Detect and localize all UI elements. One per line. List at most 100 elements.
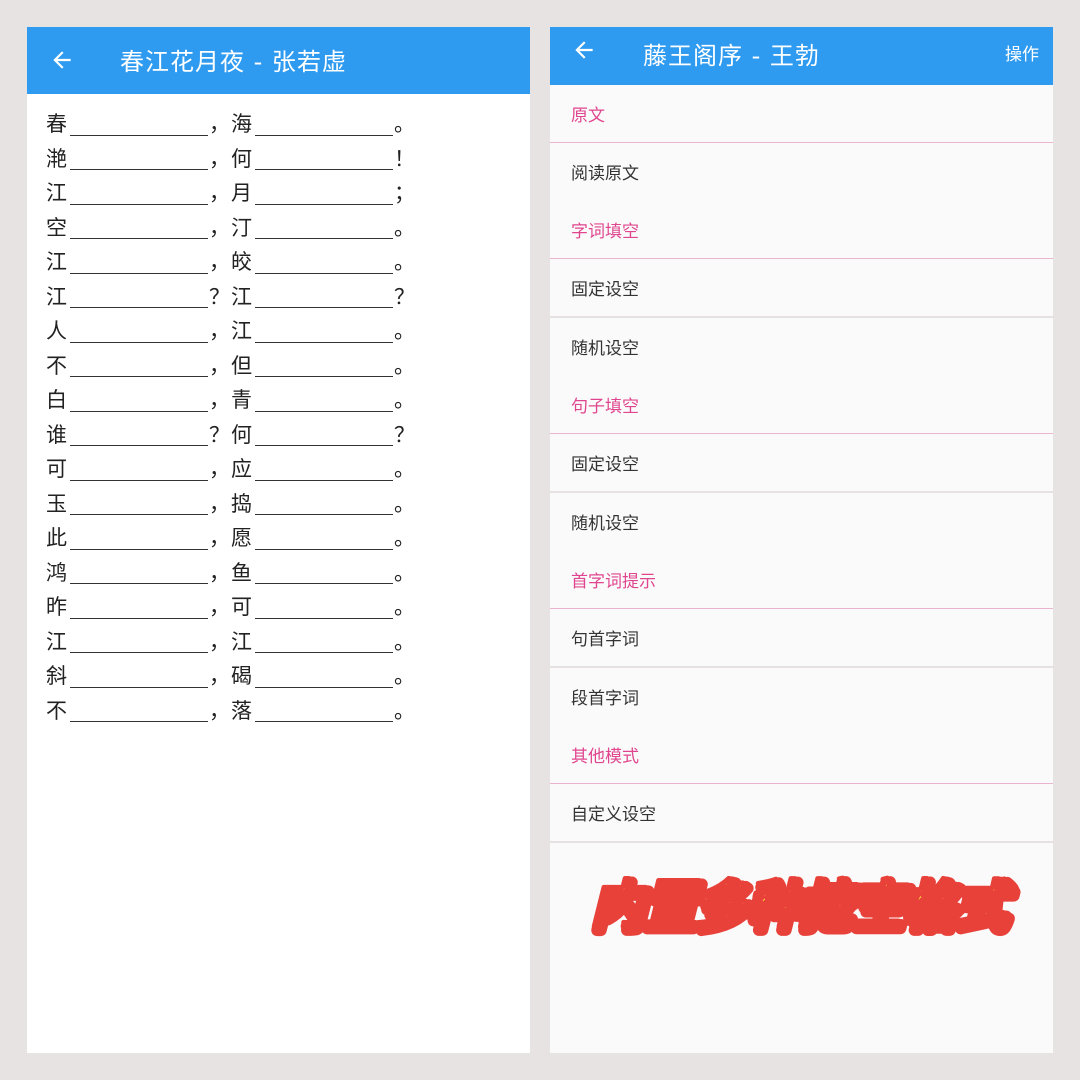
blank-input[interactable] <box>70 525 208 550</box>
punctuation: 。 <box>394 698 415 723</box>
blank-input[interactable] <box>70 628 208 654</box>
action-button[interactable]: 操作 <box>1005 40 1039 65</box>
section-header-first-char: 首字词提示 <box>550 550 1053 608</box>
section-header-other: 其他模式 <box>550 725 1053 783</box>
blank-input[interactable] <box>255 214 393 240</box>
punctuation: 。 <box>394 215 415 240</box>
line-start-char: 昨 <box>46 595 67 620</box>
blank-input[interactable] <box>70 421 208 447</box>
line-start-char: 碣 <box>231 664 252 689</box>
blank-input[interactable] <box>255 145 393 171</box>
menu-item-sentence-random[interactable]: 随机设空 <box>550 493 1053 550</box>
blank-input[interactable] <box>70 145 208 171</box>
poem-line: 江 ，皎 。 <box>46 244 416 279</box>
blank-input[interactable] <box>70 283 208 309</box>
line-start-char: 江 <box>46 181 67 206</box>
arrow-left-icon <box>53 51 71 69</box>
blank-input[interactable] <box>255 525 393 550</box>
poem-line: 江？江？ <box>46 279 416 314</box>
punctuation: 。 <box>394 595 415 620</box>
punctuation: 。 <box>394 112 415 137</box>
menu-item-paragraph-first[interactable]: 段首字词 <box>550 668 1053 725</box>
blank-input[interactable] <box>70 456 208 481</box>
blank-input[interactable] <box>70 387 208 412</box>
punctuation: ； <box>394 181 415 206</box>
poem-line: 江 ，月 ； <box>46 175 416 210</box>
line-start-char: 江 <box>231 319 252 344</box>
menu-item-word-fixed[interactable]: 固定设空 <box>550 259 1053 316</box>
punctuation: ？ <box>394 422 415 447</box>
page-title: 藤王阁序 - 王勃 <box>643 42 820 70</box>
punctuation: 。 <box>394 526 415 551</box>
blank-input[interactable] <box>255 456 393 481</box>
punctuation: 。 <box>394 319 415 344</box>
blank-input[interactable] <box>255 318 393 343</box>
punctuation: 。 <box>394 250 415 275</box>
blank-input[interactable] <box>255 180 393 205</box>
line-start-char: 海 <box>231 112 252 137</box>
punctuation: ， <box>209 629 230 654</box>
blank-input[interactable] <box>70 352 208 378</box>
line-start-char: 此 <box>46 526 67 551</box>
line-start-char: 月 <box>231 181 252 206</box>
back-button[interactable] <box>564 30 604 70</box>
poem-line: 不 ，但 。 <box>46 348 416 383</box>
blank-input[interactable] <box>255 111 393 136</box>
punctuation: 。 <box>394 388 415 413</box>
blank-input[interactable] <box>255 249 393 274</box>
blank-input[interactable] <box>255 663 393 688</box>
blank-input[interactable] <box>255 490 393 516</box>
promo-banner: 内置多种挖空格式 内置多种挖空格式 <box>588 874 1021 941</box>
blank-input[interactable] <box>70 180 208 205</box>
line-start-char: 鱼 <box>231 560 252 585</box>
line-start-char: 可 <box>231 595 252 620</box>
poem-line: 江，江。 <box>46 624 416 659</box>
line-start-char: 江 <box>46 629 67 654</box>
blank-input[interactable] <box>70 111 208 136</box>
blank-input[interactable] <box>255 628 393 654</box>
blank-input[interactable] <box>70 249 208 274</box>
blank-input[interactable] <box>255 697 393 723</box>
page-title: 春江花月夜 - 张若虚 <box>120 48 347 76</box>
line-start-char: 皎 <box>231 250 252 275</box>
blank-input[interactable] <box>70 214 208 240</box>
blank-input[interactable] <box>70 697 208 723</box>
menu-item-custom-blank[interactable]: 自定义设空 <box>550 784 1053 841</box>
blank-input[interactable] <box>70 490 208 516</box>
punctuation: ， <box>209 698 230 723</box>
poem-line: 玉 ，捣 。 <box>46 486 416 521</box>
line-start-char: 斜 <box>46 664 67 689</box>
fill-in-blank-poem: 春，海。滟，何！江，月；空，汀。江，皎。江？江？人，江。不，但。白，青。谁？何？… <box>46 106 416 727</box>
punctuation: ， <box>209 560 230 585</box>
blank-input[interactable] <box>70 594 208 619</box>
blank-input[interactable] <box>255 594 393 619</box>
blank-input[interactable] <box>255 283 393 309</box>
poem-line: 昨 ，可 。 <box>46 589 416 624</box>
punctuation: ， <box>209 215 230 240</box>
punctuation: 。 <box>394 664 415 689</box>
poem-panel: 春江花月夜 - 张若虚 春，海。滟，何！江，月；空，汀。江，皎。江？江？人，江。… <box>27 27 530 1053</box>
blank-input[interactable] <box>255 352 393 378</box>
back-button[interactable] <box>42 40 82 80</box>
menu-item-sentence-fixed[interactable]: 固定设空 <box>550 434 1053 491</box>
punctuation: ， <box>209 146 230 171</box>
line-start-char: 不 <box>46 353 67 378</box>
section-header-sentence-fill: 句子填空 <box>550 375 1053 433</box>
mode-menu: 原文 阅读原文 字词填空 固定设空 随机设空 句子填空 固定设空 随机设空 首字… <box>550 85 1053 843</box>
menu-item-word-random[interactable]: 随机设空 <box>550 318 1053 375</box>
poem-line: 此 ，愿 。 <box>46 520 416 555</box>
blank-input[interactable] <box>70 559 208 585</box>
blank-input[interactable] <box>255 559 393 585</box>
blank-input[interactable] <box>70 663 208 688</box>
blank-input[interactable] <box>255 387 393 412</box>
arrow-left-icon <box>575 41 593 59</box>
menu-item-read-original[interactable]: 阅读原文 <box>550 143 1053 200</box>
line-start-char: 江 <box>231 629 252 654</box>
line-start-char: 滟 <box>46 146 67 171</box>
punctuation: ， <box>209 595 230 620</box>
poem-line: 空 ，汀 。 <box>46 210 416 245</box>
blank-input[interactable] <box>255 421 393 447</box>
menu-item-sentence-first[interactable]: 句首字词 <box>550 609 1053 666</box>
blank-input[interactable] <box>70 318 208 343</box>
line-start-char: 鸿 <box>46 560 67 585</box>
